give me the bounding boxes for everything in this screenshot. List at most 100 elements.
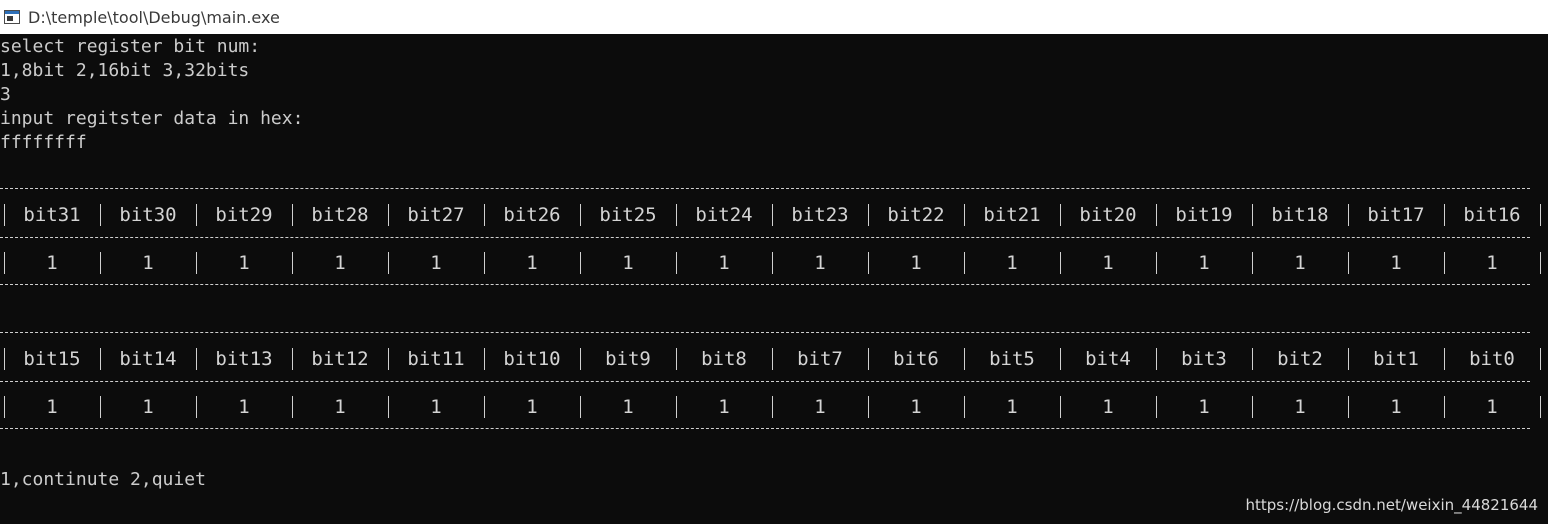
table-column-divider	[292, 204, 293, 226]
table-column-divider	[388, 252, 389, 274]
table-column-divider	[388, 348, 389, 370]
table-column-divider	[100, 396, 101, 418]
bit-value-cell: 1	[430, 396, 442, 418]
bit-value-cell: 1	[1006, 396, 1018, 418]
bit-header-cell: bit3	[1181, 348, 1227, 370]
console-line: 1,8bit 2,16bit 3,32bits	[0, 60, 250, 81]
table-column-divider	[580, 396, 581, 418]
table-column-divider	[964, 348, 965, 370]
bit-value-cell: 1	[526, 252, 538, 274]
table-column-divider	[4, 204, 5, 226]
bit-header-cell: bit11	[407, 348, 465, 370]
table-separator	[0, 332, 1530, 333]
title-bar[interactable]: D:\temple\tool\Debug\main.exe	[0, 0, 1548, 34]
bit-header-cell: bit20	[1079, 204, 1137, 226]
bit-value-cell: 1	[1102, 396, 1114, 418]
bit-value-cell: 1	[1102, 252, 1114, 274]
table-column-divider	[1540, 204, 1541, 226]
bit-value-cell: 1	[910, 396, 922, 418]
table-column-divider	[964, 252, 965, 274]
console-line: ffffffff	[0, 132, 87, 153]
bit-value-cell: 1	[142, 252, 154, 274]
console-output[interactable]: select register bit num: 1,8bit 2,16bit …	[0, 34, 1548, 524]
table-column-divider	[292, 252, 293, 274]
table-column-divider	[580, 348, 581, 370]
table-column-divider	[1060, 204, 1061, 226]
bit-value-cell: 1	[622, 252, 634, 274]
bit-header-cell: bit21	[983, 204, 1041, 226]
table-column-divider	[1540, 396, 1541, 418]
table-separator	[0, 237, 1530, 238]
table-column-divider	[580, 252, 581, 274]
bit-header-cell: bit12	[311, 348, 369, 370]
table-column-divider	[1060, 396, 1061, 418]
table-column-divider	[1348, 396, 1349, 418]
table-column-divider	[1252, 396, 1253, 418]
bit-value-cell: 1	[1006, 252, 1018, 274]
table-column-divider	[196, 348, 197, 370]
table-column-divider	[1444, 252, 1445, 274]
table-separator	[0, 381, 1530, 382]
table-column-divider	[292, 396, 293, 418]
table-separator	[0, 284, 1530, 285]
table-column-divider	[772, 396, 773, 418]
bit-value-cell: 1	[526, 396, 538, 418]
table-column-divider	[868, 204, 869, 226]
bit-header-cell: bit5	[989, 348, 1035, 370]
table-column-divider	[100, 348, 101, 370]
console-app-icon	[4, 10, 20, 24]
table-column-divider	[196, 252, 197, 274]
bit-header-cell: bit31	[23, 204, 81, 226]
bit-header-cell: bit4	[1085, 348, 1131, 370]
table-column-divider	[1060, 252, 1061, 274]
table-column-divider	[1444, 396, 1445, 418]
bit-value-cell: 1	[334, 252, 346, 274]
table-column-divider	[868, 396, 869, 418]
bit-header-cell: bit26	[503, 204, 561, 226]
bit-header-cell: bit27	[407, 204, 465, 226]
bit-header-cell: bit6	[893, 348, 939, 370]
table-column-divider	[676, 348, 677, 370]
table-column-divider	[484, 348, 485, 370]
table-column-divider	[388, 204, 389, 226]
bit-header-cell: bit1	[1373, 348, 1419, 370]
bit-value-cell: 1	[718, 252, 730, 274]
bit-header-cell: bit2	[1277, 348, 1323, 370]
bit-header-cell: bit22	[887, 204, 945, 226]
window-title: D:\temple\tool\Debug\main.exe	[28, 7, 280, 27]
bit-header-cell: bit8	[701, 348, 747, 370]
bit-value-cell: 1	[1198, 252, 1210, 274]
bit-header-cell: bit23	[791, 204, 849, 226]
table-column-divider	[4, 348, 5, 370]
bit-value-cell: 1	[46, 252, 58, 274]
table-column-divider	[196, 396, 197, 418]
bit-header-cell: bit30	[119, 204, 177, 226]
table-column-divider	[196, 204, 197, 226]
bit-header-cell: bit9	[605, 348, 651, 370]
bit-header-cell: bit24	[695, 204, 753, 226]
bit-header-cell: bit19	[1175, 204, 1233, 226]
bit-value-cell: 1	[334, 396, 346, 418]
bit-value-cell: 1	[430, 252, 442, 274]
table-column-divider	[1444, 348, 1445, 370]
table-column-divider	[1540, 252, 1541, 274]
bit-header-cell: bit0	[1469, 348, 1515, 370]
table-separator	[0, 428, 1530, 429]
table-column-divider	[1540, 348, 1541, 370]
bit-header-cell: bit17	[1367, 204, 1425, 226]
table-column-divider	[868, 348, 869, 370]
table-column-divider	[388, 396, 389, 418]
table-column-divider	[1252, 348, 1253, 370]
console-line: input regitster data in hex:	[0, 108, 304, 129]
table-column-divider	[484, 396, 485, 418]
table-column-divider	[4, 252, 5, 274]
table-column-divider	[1156, 252, 1157, 274]
bit-value-cell: 1	[1390, 252, 1402, 274]
table-column-divider	[1156, 396, 1157, 418]
bit-header-cell: bit14	[119, 348, 177, 370]
console-line: 3	[0, 84, 11, 105]
table-column-divider	[4, 396, 5, 418]
bit-value-cell: 1	[814, 396, 826, 418]
bit-value-cell: 1	[718, 396, 730, 418]
table-column-divider	[676, 204, 677, 226]
